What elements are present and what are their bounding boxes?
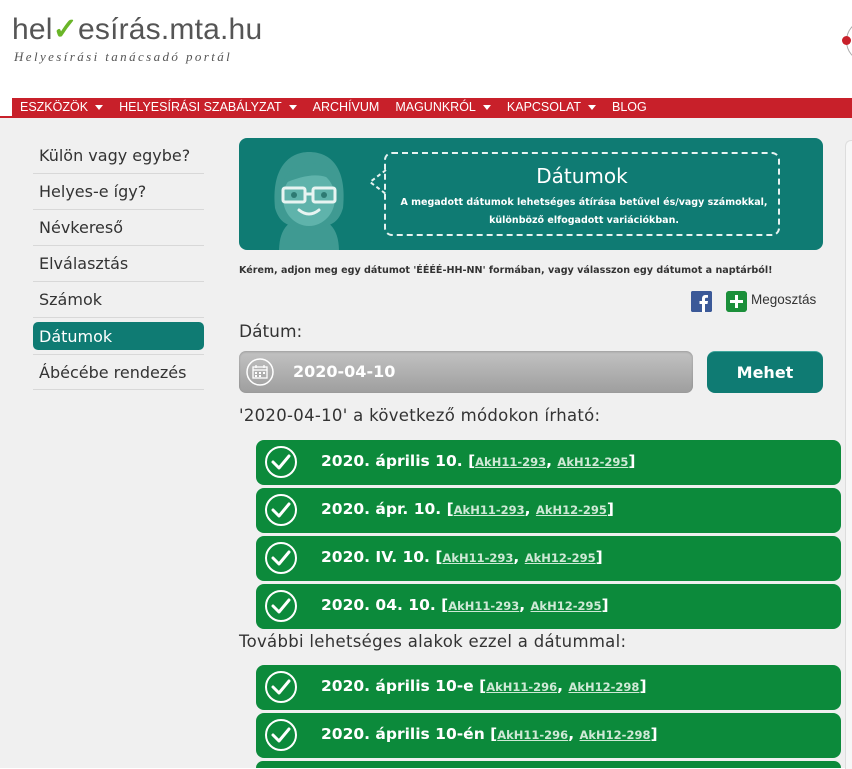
corner-decoration [838, 20, 852, 60]
site-header: hel✓esírás.mta.hu Helyesírási tanácsadó … [0, 0, 852, 98]
rule-ref-link[interactable]: AkH11-293 [442, 551, 513, 565]
result-row: 2020. 04. 10. [AkH11-293, AkH12-295] [256, 584, 841, 629]
sidebar-item-elvalasztas[interactable]: Elválasztás [33, 246, 204, 282]
nav-item-kapcsolat[interactable]: KAPCSOLAT [499, 100, 604, 114]
submit-button[interactable]: Mehet [707, 351, 823, 393]
rule-ref-link[interactable]: AkH11-293 [448, 599, 519, 613]
check-circle-icon [265, 590, 297, 622]
rule-ref-link[interactable]: AkH11-296 [497, 728, 568, 742]
nav-item-helyesirasi-szabalyzat[interactable]: HELYESÍRÁSI SZABÁLYZAT [111, 100, 305, 114]
caret-down-icon [588, 104, 596, 110]
result-row: 2020. ápr. 10. [AkH11-293, AkH12-295] [256, 488, 841, 533]
results-title: '2020-04-10' a következő módokon írható: [239, 406, 601, 425]
site-tagline: Helyesírási tanácsadó portál [14, 49, 233, 64]
rule-ref-link[interactable]: AkH12-295 [557, 455, 628, 469]
result-row: 2020. április 10-e [AkH11-296, AkH12-298… [256, 665, 841, 710]
date-input-value: 2020-04-10 [293, 362, 396, 381]
date-input[interactable]: 2020-04-10 [239, 351, 693, 393]
result-row: 2020. április 10-én [AkH11-296, AkH12-29… [256, 713, 841, 758]
mascot-icon [274, 152, 344, 250]
result-row: 2020. április 10. [AkH11-293, AkH12-295] [256, 440, 841, 485]
facebook-icon[interactable] [691, 291, 712, 312]
logo-text-right: esírás.mta.hu [77, 13, 263, 46]
banner-title: Dátumok [536, 164, 628, 188]
caret-down-icon [95, 104, 104, 110]
sidebar-item-szamok[interactable]: Számok [33, 282, 204, 318]
check-circle-icon [265, 494, 297, 526]
speech-bubble: Dátumok A megadott dátumok lehetséges át… [384, 152, 780, 236]
rule-ref-link[interactable]: AkH12-298 [580, 728, 651, 742]
rule-ref-link[interactable]: AkH11-293 [454, 503, 525, 517]
sidebar-item-nevkereso[interactable]: Névkereső [33, 210, 204, 246]
rule-ref-link[interactable]: AkH12-295 [531, 599, 602, 613]
result-row: 2020. IV. 10. [AkH11-293, AkH12-295] [256, 536, 841, 581]
calendar-icon[interactable] [245, 357, 275, 387]
check-circle-icon [265, 446, 297, 478]
result-row-partial [256, 761, 841, 768]
banner-description: A megadott dátumok lehetséges átírása be… [400, 197, 768, 226]
sidebar-item-helyes-e-igy[interactable]: Helyes-e így? [33, 174, 204, 210]
instruction-text: Kérem, adjon meg egy dátumot 'ÉÉÉÉ-HH-NN… [239, 265, 773, 276]
logo-text-left: hel [12, 13, 53, 46]
rule-ref-link[interactable]: AkH11-293 [475, 455, 546, 469]
nav-item-eszkozok[interactable]: ESZKÖZÖK [12, 100, 111, 114]
rule-ref-link[interactable]: AkH12-295 [536, 503, 607, 517]
more-results-title: További lehetséges alakok ezzel a dátumm… [239, 632, 627, 651]
caret-down-icon [482, 104, 491, 110]
logo-check-icon: ✓ [52, 13, 78, 46]
sidebar-item-abecebe-rendezes[interactable]: Ábécébe rendezés [33, 354, 204, 390]
check-circle-icon [265, 542, 297, 574]
check-circle-icon [265, 671, 297, 703]
tool-banner: Dátumok A megadott dátumok lehetséges át… [239, 138, 823, 250]
rule-ref-link[interactable]: AkH12-295 [525, 551, 596, 565]
site-logo[interactable]: hel✓esírás.mta.hu [12, 12, 262, 47]
sidebar-item-kulon-vagy-egybe[interactable]: Külön vagy egybe? [33, 138, 204, 174]
nav-item-archivum[interactable]: ARCHÍVUM [305, 100, 388, 114]
sidebar-item-datumok[interactable]: Dátumok [33, 322, 204, 350]
sidebar: Külön vagy egybe? Helyes-e így? Névkeres… [33, 138, 204, 390]
check-circle-icon [265, 719, 297, 751]
share-link[interactable]: Megosztás [751, 292, 816, 307]
caret-down-icon [288, 104, 297, 110]
rule-ref-link[interactable]: AkH12-298 [568, 680, 639, 694]
nav-item-blog[interactable]: BLOG [604, 100, 655, 114]
main-nav: ESZKÖZÖK HELYESÍRÁSI SZABÁLYZAT ARCHÍVUM… [12, 98, 852, 116]
date-field-label: Dátum: [239, 322, 303, 342]
rule-ref-link[interactable]: AkH11-296 [486, 680, 557, 694]
nav-item-magunkrol[interactable]: MAGUNKRÓL [387, 100, 499, 114]
right-panel-edge [845, 140, 852, 769]
plus-icon[interactable] [726, 291, 747, 312]
